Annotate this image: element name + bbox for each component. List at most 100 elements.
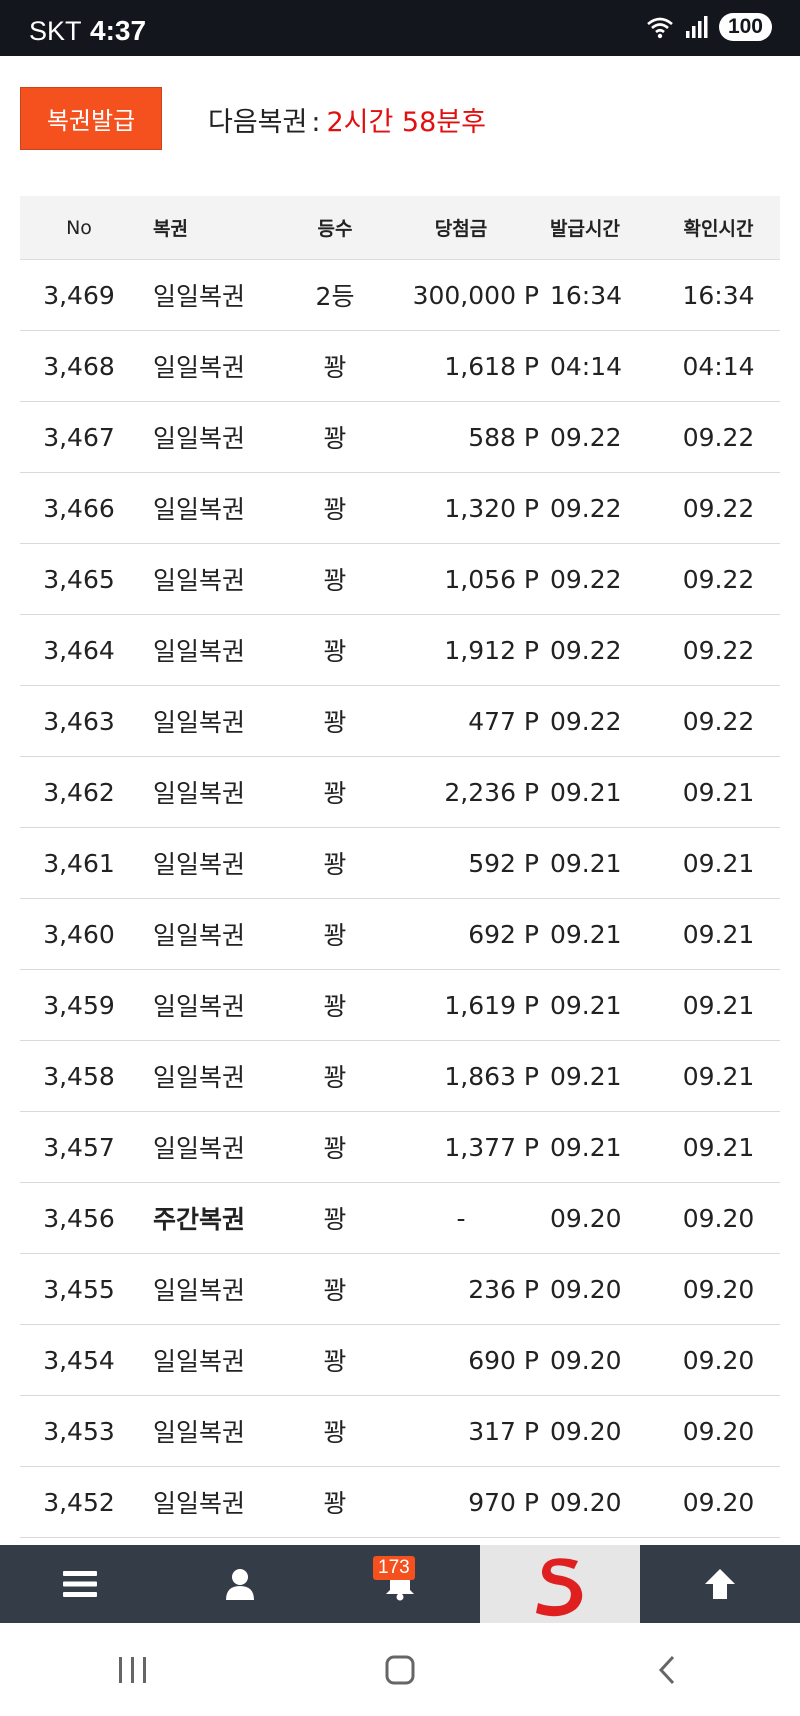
scroll-top-button[interactable] — [640, 1545, 800, 1623]
table-row: 3,453 일일복권 꽝 317 P 09.20 09.20 — [20, 1396, 780, 1467]
cell-kind: 일일복권 — [153, 637, 246, 666]
notifications-button[interactable]: 173 — [320, 1545, 480, 1623]
header-issued: 발급시간 — [550, 218, 620, 240]
cell-prize: 1,320 P — [444, 493, 539, 523]
cell-checked: 09.22 — [682, 493, 755, 523]
cell-checked: 09.22 — [682, 564, 755, 594]
cell-kind: 일일복권 — [153, 1489, 246, 1518]
cell-grade: 꽝 — [323, 708, 347, 737]
signal-icon — [685, 16, 708, 38]
user-icon — [226, 1569, 254, 1600]
cell-no: 3,453 — [43, 1416, 115, 1446]
cell-prize: 1,618 P — [444, 351, 539, 381]
cell-no: 3,466 — [43, 493, 115, 523]
table-row: 3,466 일일복권 꽝 1,320 P 09.22 09.22 — [20, 473, 780, 544]
cell-grade: 꽝 — [323, 921, 347, 950]
table-row: 3,461 일일복권 꽝 592 P 09.21 09.21 — [20, 828, 780, 899]
cell-checked: 04:14 — [682, 351, 755, 381]
cell-issued: 09.21 — [550, 1061, 622, 1091]
table-row: 3,469 일일복권 2등 300,000 P 16:34 16:34 — [20, 260, 780, 331]
cell-prize: 477 P — [468, 706, 539, 736]
table-row: 3,454 일일복권 꽝 690 P 09.20 09.20 — [20, 1325, 780, 1396]
issue-ticket-button[interactable]: 복권발급 — [20, 87, 162, 150]
cell-prize: 1,377 P — [444, 1132, 539, 1162]
cell-checked: 09.21 — [682, 919, 755, 949]
arrow-up-icon — [705, 1569, 735, 1599]
system-nav-bar — [0, 1623, 800, 1716]
cell-no: 3,459 — [43, 990, 115, 1020]
cell-checked: 09.20 — [682, 1416, 755, 1446]
back-button[interactable] — [617, 1640, 717, 1700]
cell-issued: 09.20 — [550, 1487, 622, 1517]
cell-issued: 09.22 — [550, 422, 622, 452]
cell-grade: 꽝 — [323, 1205, 347, 1234]
profile-button[interactable] — [160, 1545, 320, 1623]
cell-kind: 일일복권 — [153, 779, 246, 808]
cell-kind: 일일복권 — [153, 282, 246, 311]
cell-kind: 일일복권 — [153, 1418, 246, 1447]
cell-checked: 09.20 — [682, 1274, 755, 1304]
recent-apps-button[interactable] — [83, 1640, 183, 1700]
cell-prize: 317 P — [468, 1416, 539, 1446]
cell-checked: 09.21 — [682, 1132, 755, 1162]
cell-kind: 일일복권 — [153, 850, 246, 879]
home-logo-button[interactable] — [480, 1545, 640, 1623]
cell-issued: 16:34 — [550, 280, 623, 310]
cell-issued: 09.22 — [550, 493, 622, 523]
header-grade: 등수 — [317, 218, 353, 240]
table-row: 3,464 일일복권 꽝 1,912 P 09.22 09.22 — [20, 615, 780, 686]
cell-kind: 일일복권 — [153, 566, 246, 595]
main-content[interactable]: 복권발급 다음복권:2시간 58분후 No 복권 등수 당첨금 발급시간 확인시… — [0, 56, 800, 1545]
menu-button[interactable] — [0, 1545, 160, 1623]
home-icon — [385, 1655, 415, 1684]
cell-prize: 592 P — [468, 848, 539, 878]
table-row: 3,457 일일복권 꽝 1,377 P 09.21 09.21 — [20, 1112, 780, 1183]
cell-issued: 09.22 — [550, 564, 622, 594]
home-button[interactable] — [350, 1640, 450, 1700]
cell-no: 3,468 — [43, 351, 115, 381]
cell-prize: 690 P — [468, 1345, 539, 1375]
table-row: 3,458 일일복권 꽝 1,863 P 09.21 09.21 — [20, 1041, 780, 1112]
cell-grade: 꽝 — [323, 495, 347, 524]
cell-issued: 09.22 — [550, 635, 622, 665]
table-row: 3,468 일일복권 꽝 1,618 P 04:14 04:14 — [20, 331, 780, 402]
clock: 4:37 — [90, 15, 147, 46]
ticket-history-table: No 복권 등수 당첨금 발급시간 확인시간 3,469 일일복권 2등 300… — [20, 196, 780, 1538]
cell-checked: 09.21 — [682, 990, 755, 1020]
cell-kind: 일일복권 — [153, 1347, 246, 1376]
battery-indicator: 100 — [718, 13, 772, 41]
next-ticket-colon: : — [311, 107, 321, 138]
cell-checked: 09.22 — [682, 706, 755, 736]
cell-prize: 1,056 P — [444, 564, 539, 594]
cell-grade: 꽝 — [323, 992, 347, 1021]
cell-issued: 09.21 — [550, 1132, 622, 1162]
cell-grade: 꽝 — [323, 850, 347, 879]
cell-no: 3,462 — [43, 777, 115, 807]
cell-issued: 09.21 — [550, 848, 622, 878]
cell-issued: 09.20 — [550, 1274, 622, 1304]
cell-no: 3,465 — [43, 564, 115, 594]
cell-grade: 꽝 — [323, 637, 347, 666]
next-ticket-label: 다음복권 — [208, 107, 308, 138]
cell-prize: 2,236 P — [444, 777, 539, 807]
site-logo-icon — [536, 1558, 583, 1617]
notification-count-badge: 173 — [373, 1556, 415, 1580]
cell-kind: 일일복권 — [153, 1063, 246, 1092]
cell-no: 3,457 — [43, 1132, 115, 1162]
status-bar: SKT 4:37 100 — [0, 0, 800, 56]
cell-checked: 09.21 — [682, 848, 755, 878]
cell-no: 3,454 — [43, 1345, 115, 1375]
table-row: 3,463 일일복권 꽝 477 P 09.22 09.22 — [20, 686, 780, 757]
cell-kind: 일일복권 — [153, 992, 246, 1021]
status-icons: 100 — [645, 13, 772, 41]
cell-no: 3,469 — [43, 280, 115, 310]
cell-checked: 09.21 — [682, 777, 755, 807]
cell-prize: - — [456, 1203, 466, 1233]
cell-kind: 일일복권 — [153, 708, 246, 737]
next-ticket-countdown: 2시간 58분후 — [326, 107, 486, 138]
cell-no: 3,455 — [43, 1274, 115, 1304]
cell-no: 3,456 — [43, 1203, 115, 1233]
cell-kind: 주간복권 — [153, 1205, 246, 1234]
cell-grade: 2등 — [315, 282, 355, 311]
cell-prize: 970 P — [468, 1487, 539, 1517]
